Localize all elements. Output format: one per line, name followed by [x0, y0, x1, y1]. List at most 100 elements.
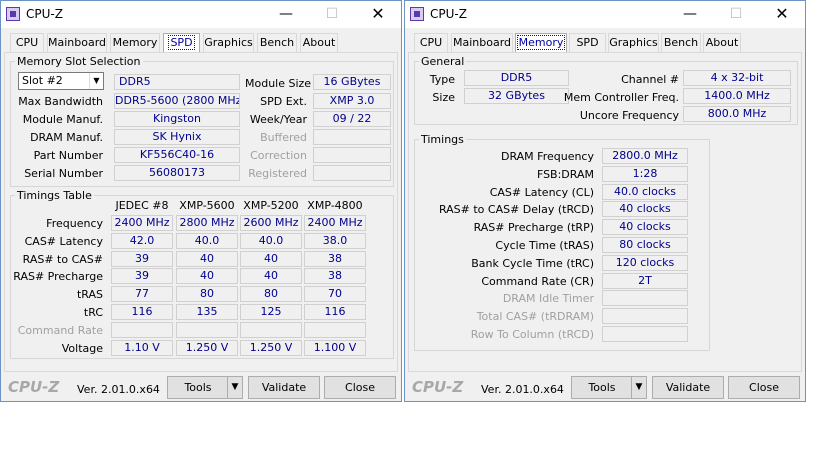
timings-column-header: JEDEC #8: [115, 199, 169, 212]
tab-memory[interactable]: Memory: [515, 33, 567, 52]
timing-value: 2T: [602, 272, 688, 289]
type-value: DDR5: [464, 70, 569, 86]
tools-dropdown-arrow[interactable]: ▼: [227, 376, 243, 399]
timing-value: 80 clocks: [602, 237, 688, 253]
module-manuf-value: Kingston: [114, 111, 240, 127]
tools-button[interactable]: Tools: [571, 376, 633, 399]
serial-number-label: Serial Number: [24, 167, 103, 180]
validate-button[interactable]: Validate: [652, 376, 724, 399]
spd-panel: Memory Slot Selection Slot #2 ▼ DDR5 Modu…: [4, 52, 398, 372]
close-window-button[interactable]: ✕: [759, 1, 805, 28]
title-bar: CPU-Z — ☐ ✕: [405, 1, 805, 28]
timings-row-label: tRC: [83, 306, 103, 319]
mem-controller-freq-value: 1400.0 MHz: [683, 88, 791, 104]
timings-column-header: XMP-5600: [179, 199, 235, 212]
timings-cell: 2800 MHz: [176, 215, 238, 231]
part-number-value: KF556C40-16: [114, 147, 240, 163]
timing-value: 1:28: [602, 165, 688, 182]
max-bandwidth-value: DDR5-5600 (2800 MHz): [114, 93, 240, 109]
dram-manuf-value: SK Hynix: [114, 129, 240, 145]
buffered-label: Buffered: [260, 131, 307, 144]
timings-row-label: CAS# Latency: [24, 234, 103, 248]
timings-cell: 80: [176, 286, 238, 303]
timings-cell: 2400 MHz: [111, 215, 173, 231]
chevron-down-icon: ▼: [89, 73, 103, 89]
title-bar: CPU-Z — ☐ ✕: [1, 1, 401, 28]
part-number-label: Part Number: [33, 149, 103, 162]
tab-mainboard[interactable]: Mainboard: [47, 33, 107, 52]
timing-value: 40 clocks: [602, 219, 688, 236]
timings-cell: 70: [304, 286, 366, 303]
version-label: Ver. 2.01.0.x64: [481, 383, 564, 396]
timing-value: 2800.0 MHz: [602, 148, 688, 164]
timings-cell: 40.0: [240, 232, 302, 249]
timing-label: RAS# to CAS# Delay (tRCD): [438, 203, 594, 217]
buffered-value: [313, 129, 391, 145]
channel-value: 4 x 32-bit: [683, 70, 791, 86]
tools-dropdown-arrow[interactable]: ▼: [631, 376, 647, 399]
timing-label: RAS# Precharge (tRP): [473, 221, 594, 235]
cpuz-app-icon: [410, 7, 424, 21]
timings-cell: 40: [176, 268, 238, 285]
tab-graphics[interactable]: Graphics: [608, 33, 659, 52]
cpuz-app-icon: [6, 7, 20, 21]
timings-row-label: Command Rate: [17, 323, 103, 337]
timings-cell: 1.10 V: [111, 339, 173, 356]
timings-cell: 40: [176, 250, 238, 267]
week-year-value: 09 / 22: [313, 111, 391, 127]
timings-cell: 40.0: [176, 232, 238, 249]
registered-value: [313, 165, 391, 181]
timing-value: 40 clocks: [602, 201, 688, 218]
tab-about[interactable]: About: [300, 33, 338, 52]
close-window-button[interactable]: ✕: [355, 1, 401, 28]
timings-row-label: Frequency: [46, 217, 103, 230]
timing-label: Bank Cycle Time (tRC): [471, 256, 594, 270]
timing-value: 120 clocks: [602, 254, 688, 271]
tab-bench[interactable]: Bench: [661, 33, 701, 52]
tab-mainboard[interactable]: Mainboard: [451, 33, 513, 52]
minimize-button[interactable]: —: [263, 1, 309, 28]
timings-cell: 2400 MHz: [304, 215, 366, 231]
mem-controller-freq-label: Mem Controller Freq.: [563, 91, 679, 104]
timings-cell: 116: [111, 304, 173, 320]
type-label: Type: [429, 73, 455, 86]
maximize-button[interactable]: ☐: [713, 1, 759, 28]
timings-cell: 40: [240, 268, 302, 285]
timings-cell: 38.0: [304, 232, 366, 249]
tab-spd[interactable]: SPD: [163, 33, 200, 52]
footer-bar: CPU-Z Ver. 2.01.0.x64 Tools ▼ Validate C…: [1, 373, 401, 401]
tab-cpu[interactable]: CPU: [10, 33, 44, 52]
timing-value: [602, 326, 688, 342]
timings-cell: 39: [111, 268, 173, 285]
minimize-button[interactable]: —: [667, 1, 713, 28]
module-manuf-label: Module Manuf.: [22, 113, 103, 126]
validate-button[interactable]: Validate: [248, 376, 320, 399]
timing-value: [602, 290, 688, 307]
timings-row-label: tRAS: [76, 288, 103, 302]
timing-label: Cycle Time (tRAS): [495, 239, 594, 252]
tab-memory[interactable]: Memory: [110, 33, 160, 52]
version-label: Ver. 2.01.0.x64: [77, 383, 160, 396]
tools-button[interactable]: Tools: [167, 376, 229, 399]
week-year-label: Week/Year: [249, 113, 307, 126]
tab-bench[interactable]: Bench: [257, 33, 297, 52]
slot-select[interactable]: Slot #2 ▼: [18, 72, 104, 90]
maximize-button[interactable]: ☐: [309, 1, 355, 28]
timings-cell: 39: [111, 250, 173, 267]
uncore-frequency-label: Uncore Frequency: [579, 109, 679, 122]
correction-label: Correction: [250, 149, 307, 162]
tab-graphics[interactable]: Graphics: [203, 33, 254, 52]
close-button[interactable]: Close: [324, 376, 396, 399]
size-value: 32 GBytes: [464, 88, 569, 104]
tab-bar: CPU Mainboard Memory SPD Graphics Bench …: [405, 28, 805, 53]
cpuz-brand-logo: CPU-Z: [8, 378, 60, 396]
tab-spd[interactable]: SPD: [569, 33, 606, 52]
memory-type-value: DDR5: [114, 74, 240, 90]
window-title: CPU-Z: [430, 7, 467, 21]
timing-value: [602, 308, 688, 325]
timings-cell: 80: [240, 286, 302, 303]
tab-about[interactable]: About: [703, 33, 741, 52]
timings-row-label: RAS# to CAS#: [22, 252, 103, 266]
close-button[interactable]: Close: [728, 376, 800, 399]
tab-cpu[interactable]: CPU: [414, 33, 448, 52]
